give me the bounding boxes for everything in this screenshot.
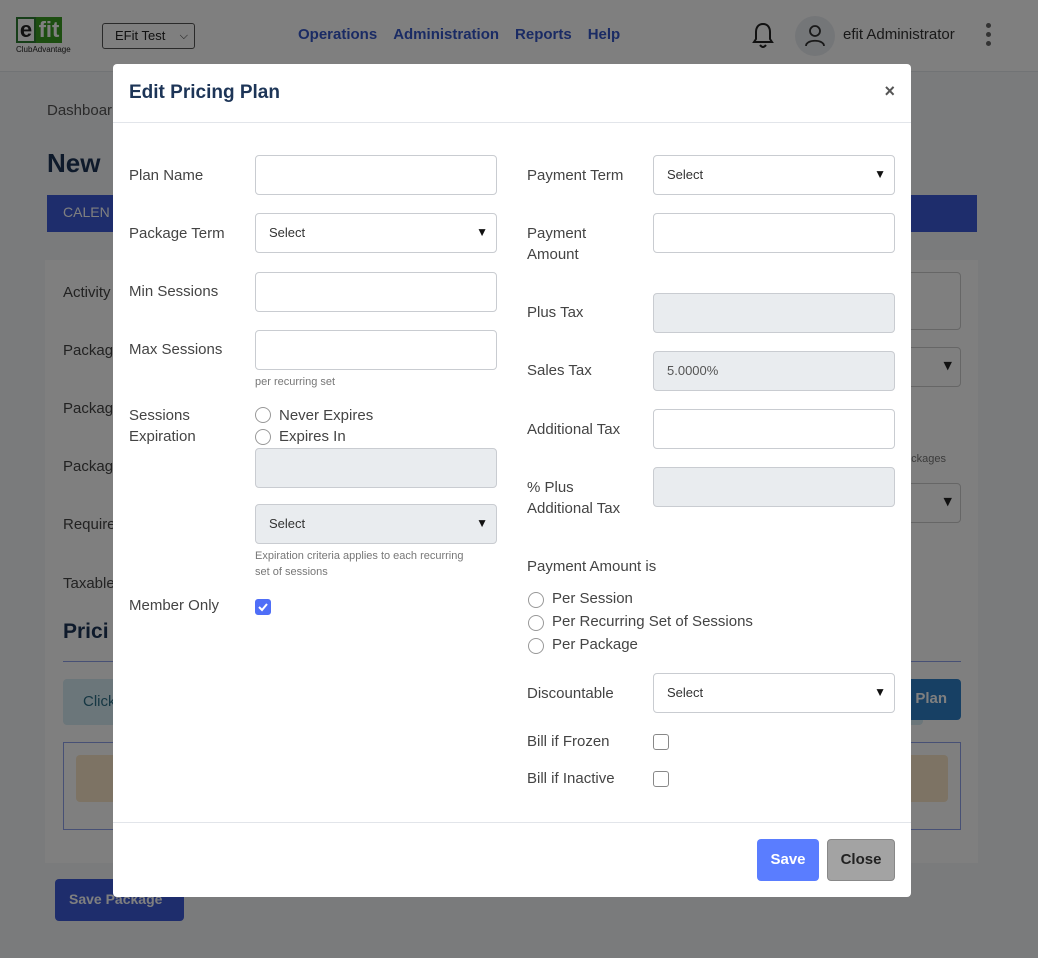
payment-amount-label: Amount [527,246,579,263]
payment-term-label: Payment Term [527,167,624,184]
plan-name-label: Plan Name [129,167,204,184]
member-only-label: Member Only [129,597,220,614]
plus-additional-tax-label: Additional Tax [527,500,621,517]
payment-amount-is-label: Payment Amount is [527,558,657,575]
sales-tax-input[interactable]: 5.0000% [653,351,895,391]
edit-pricing-plan-modal: Edit Pricing Plan × Plan Name Package Te… [113,64,911,897]
additional-tax-label: Additional Tax [527,421,621,438]
per-package-radio[interactable] [528,638,544,654]
max-sessions-hint: per recurring set [255,376,336,388]
per-recurring-set-label[interactable]: Per Recurring Set of Sessions [552,611,753,632]
caret-down-icon: ▼ [874,685,886,699]
package-term-select[interactable]: Select ▼ [255,213,497,253]
expires-in-input[interactable] [255,448,497,488]
expires-in-radio[interactable] [255,429,271,445]
per-session-label[interactable]: Per Session [552,588,633,609]
min-sessions-label: Min Sessions [129,283,219,300]
payment-amount-label: Payment [527,225,587,242]
sessions-expiration-label: Expiration [129,428,196,445]
never-expires-label[interactable]: Never Expires [279,405,373,426]
additional-tax-input[interactable] [653,409,895,449]
caret-down-icon: ▼ [476,516,488,530]
caret-down-icon: ▼ [874,167,886,181]
plan-name-input[interactable] [255,155,497,195]
min-sessions-input[interactable] [255,272,497,312]
per-session-radio[interactable] [528,592,544,608]
modal-footer: Save Close [113,822,911,897]
caret-down-icon: ▼ [476,225,488,239]
plus-additional-tax-label: % Plus [527,479,574,496]
bill-if-frozen-label: Bill if Frozen [527,733,610,750]
discountable-label: Discountable [527,685,614,702]
payment-amount-input[interactable] [653,213,895,253]
close-button[interactable]: Close [827,839,895,881]
close-icon[interactable]: × [884,81,895,102]
payment-term-select[interactable]: Select ▼ [653,155,895,195]
checkmark-icon [258,603,268,612]
never-expires-radio[interactable] [255,407,271,423]
bill-if-inactive-label: Bill if Inactive [527,770,615,787]
package-term-label: Package Term [129,225,225,242]
modal-title: Edit Pricing Plan [129,82,280,103]
per-recurring-set-radio[interactable] [528,615,544,631]
max-sessions-input[interactable] [255,330,497,370]
expiration-hint: Expiration criteria applies to each recu… [255,550,464,562]
plus-additional-tax-input[interactable] [653,467,895,507]
bill-if-inactive-checkbox[interactable] [653,771,669,787]
discountable-select[interactable]: Select ▼ [653,673,895,713]
member-only-checkbox[interactable] [255,599,271,615]
plus-tax-label: Plus Tax [527,304,584,321]
plus-tax-input[interactable] [653,293,895,333]
sales-tax-label: Sales Tax [527,362,592,379]
expiration-unit-select[interactable]: Select ▼ [255,504,497,544]
per-package-label[interactable]: Per Package [552,634,638,655]
expiration-hint: set of sessions [255,566,328,578]
modal-header: Edit Pricing Plan × [113,64,911,123]
bill-if-frozen-checkbox[interactable] [653,734,669,750]
sessions-expiration-label: Sessions [129,407,190,424]
max-sessions-label: Max Sessions [129,341,223,358]
expires-in-label[interactable]: Expires In [279,426,346,447]
save-button[interactable]: Save [757,839,819,881]
